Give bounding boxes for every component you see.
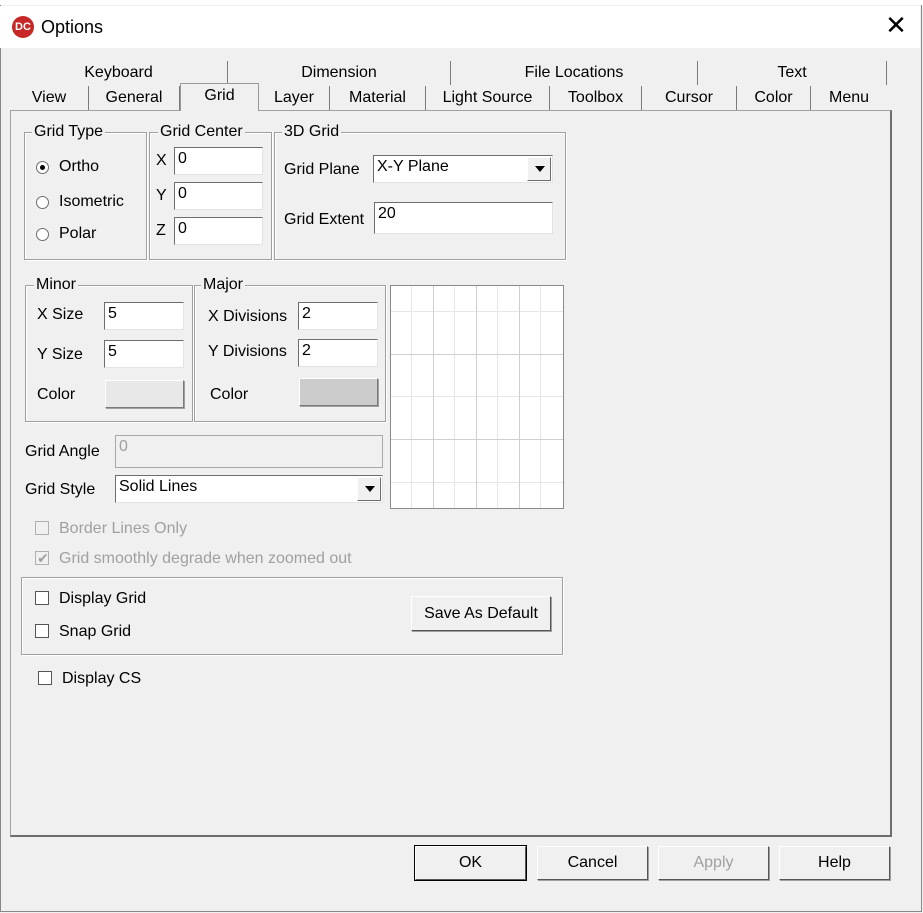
major-color-button[interactable]: [299, 378, 378, 406]
major-ydiv-field[interactable]: 2: [298, 339, 378, 367]
tab-keyboard[interactable]: Keyboard: [10, 61, 228, 85]
grid-plane-select[interactable]: X-Y Plane: [373, 155, 553, 183]
grid-angle-field[interactable]: 0: [115, 435, 383, 468]
tab-material[interactable]: Material: [330, 86, 426, 110]
window-title: Options: [41, 17, 104, 37]
isometric-radio[interactable]: [36, 196, 49, 209]
minor-xsize-label: X Size: [37, 306, 84, 323]
tab-color[interactable]: Color: [737, 86, 811, 110]
grid-style-select[interactable]: Solid Lines: [115, 475, 383, 503]
checkmark-icon: ✔: [37, 550, 49, 566]
ortho-radio[interactable]: [36, 161, 49, 174]
apply-button[interactable]: Apply: [658, 846, 769, 880]
title-bar: [0, 6, 920, 48]
center-x-label: X: [156, 152, 167, 169]
snap-grid-label: Snap Grid: [59, 623, 132, 640]
display-grid-label: Display Grid: [59, 590, 147, 607]
center-x-field[interactable]: 0: [174, 147, 263, 175]
minor-color-button[interactable]: [105, 380, 184, 408]
tab-view[interactable]: View: [10, 86, 89, 110]
center-y-field[interactable]: 0: [174, 182, 263, 210]
tab-grid[interactable]: Grid: [180, 83, 259, 111]
grid-plane-label: Grid Plane: [284, 161, 360, 178]
border-lines-only-checkbox[interactable]: [35, 521, 49, 535]
grid-preview-canvas: [391, 286, 563, 508]
minor-ysize-field[interactable]: 5: [104, 340, 184, 368]
app-logo-icon: DC: [12, 16, 34, 38]
grid-plane-value: X-Y Plane: [377, 158, 449, 175]
border-lines-only-label: Border Lines Only: [59, 520, 188, 537]
major-legend: Major: [201, 276, 246, 294]
grid-style-label: Grid Style: [25, 481, 96, 498]
minor-legend: Minor: [34, 276, 79, 294]
tab-general[interactable]: General: [89, 86, 180, 110]
grid-angle-label: Grid Angle: [25, 443, 100, 460]
chevron-down-icon[interactable]: [527, 157, 551, 181]
major-color-label: Color: [210, 386, 249, 403]
polar-label: Polar: [59, 225, 97, 242]
cancel-button[interactable]: Cancel: [537, 846, 648, 880]
grid-extent-field[interactable]: 20: [374, 202, 553, 234]
3d-grid-legend: 3D Grid: [282, 123, 342, 141]
display-cs-checkbox[interactable]: [38, 671, 52, 685]
help-button[interactable]: Help: [779, 846, 890, 880]
smooth-degrade-checkbox[interactable]: ✔: [35, 550, 49, 566]
center-z-label: Z: [156, 222, 166, 239]
major-xdiv-label: X Divisions: [208, 308, 288, 325]
isometric-label: Isometric: [59, 193, 124, 210]
snap-grid-checkbox[interactable]: [35, 624, 49, 638]
3d-grid-group: [274, 132, 566, 260]
tab-toolbox[interactable]: Toolbox: [550, 86, 642, 110]
chevron-down-icon[interactable]: [357, 477, 381, 501]
tab-layer[interactable]: Layer: [259, 86, 330, 110]
tab-menu[interactable]: Menu: [811, 86, 887, 110]
grid-type-legend: Grid Type: [32, 123, 106, 141]
major-ydiv-label: Y Divisions: [208, 343, 287, 360]
ortho-label: Ortho: [59, 158, 100, 175]
minor-ysize-label: Y Size: [37, 346, 83, 363]
tab-dimension[interactable]: Dimension: [228, 61, 451, 85]
center-z-field[interactable]: 0: [174, 217, 263, 245]
display-cs-label: Display CS: [62, 670, 142, 687]
minor-color-label: Color: [37, 386, 76, 403]
grid-center-legend: Grid Center: [158, 123, 245, 141]
tab-file-locations[interactable]: File Locations: [451, 61, 698, 85]
minor-xsize-field[interactable]: 5: [104, 302, 184, 330]
display-grid-checkbox[interactable]: [35, 591, 49, 605]
tab-cursor[interactable]: Cursor: [642, 86, 737, 110]
center-y-label: Y: [156, 187, 167, 204]
ok-button[interactable]: OK: [414, 845, 527, 881]
major-xdiv-field[interactable]: 2: [298, 302, 378, 330]
grid-preview: [390, 285, 564, 509]
grid-extent-label: Grid Extent: [284, 211, 365, 228]
save-as-default-button[interactable]: Save As Default: [411, 596, 551, 631]
tab-text[interactable]: Text: [698, 61, 887, 85]
polar-radio[interactable]: [36, 228, 49, 241]
grid-style-value: Solid Lines: [119, 478, 198, 495]
close-icon[interactable]: ✕: [884, 12, 908, 38]
smooth-degrade-label: Grid smoothly degrade when zoomed out: [59, 550, 352, 567]
tab-light-source[interactable]: Light Source: [426, 86, 550, 110]
